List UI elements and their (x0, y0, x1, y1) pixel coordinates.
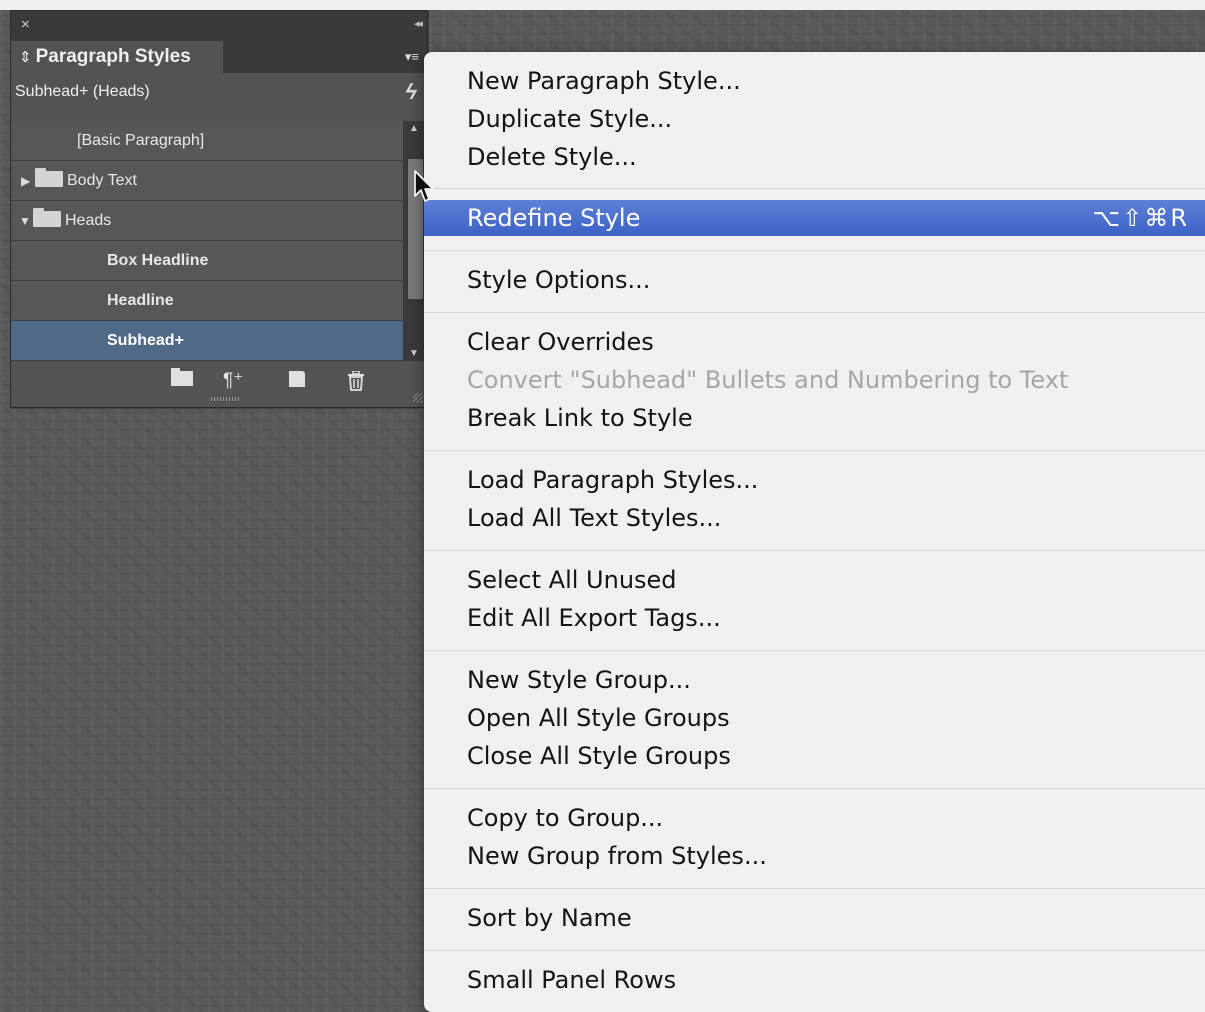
menu-item-break-link[interactable]: Break Link to Style (467, 399, 693, 437)
folder-icon (35, 168, 63, 187)
resize-handle-icon[interactable] (413, 393, 423, 403)
tab-title: Paragraph Styles (35, 46, 191, 67)
menu-separator (424, 650, 1205, 651)
menu-item-duplicate-style[interactable]: Duplicate Style... (467, 100, 672, 138)
menu-separator (424, 950, 1205, 951)
menu-separator (424, 888, 1205, 889)
list-item-group[interactable]: ▶ Body Text (11, 161, 403, 201)
panel-title-bar[interactable]: × ◂◂ (11, 11, 427, 41)
grip-icon[interactable] (211, 397, 241, 401)
menu-item-load-paragraph-styles[interactable]: Load Paragraph Styles... (467, 461, 758, 499)
delete-style-icon[interactable] (347, 370, 365, 396)
styles-list: [Basic Paragraph] ▶ Body Text ▼ Heads Box … (11, 121, 403, 361)
menu-item-label: Redefine Style (467, 204, 641, 232)
menu-separator (424, 450, 1205, 451)
folder-icon (33, 208, 61, 227)
panel-menu-icon[interactable]: ▾≡ (405, 50, 419, 63)
list-item[interactable]: Headline (11, 281, 403, 321)
close-icon[interactable]: × (21, 17, 30, 33)
group-label: Heads (65, 212, 112, 229)
group-label: Body Text (67, 172, 137, 189)
menu-item-convert-bullets: Convert "Subhead" Bullets and Numbering … (467, 366, 1069, 394)
menu-separator (424, 250, 1205, 251)
collapse-panel-icon[interactable]: ◂◂ (414, 17, 423, 30)
new-style-group-icon[interactable] (171, 368, 193, 391)
menu-item-small-panel-rows[interactable]: Small Panel Rows (467, 961, 676, 999)
menu-item-clear-overrides[interactable]: Clear Overrides (467, 323, 654, 361)
desktop-background-strip (0, 0, 1205, 10)
panel-footer: ¶⁺ (11, 361, 427, 407)
menu-item-redefine-style[interactable]: Redefine Style ⌥⇧⌘R (424, 200, 1205, 236)
menu-separator (424, 188, 1205, 189)
menu-item-load-all-text-styles[interactable]: Load All Text Styles... (467, 499, 721, 537)
list-item[interactable]: [Basic Paragraph] (11, 121, 403, 161)
menu-item-edit-export-tags[interactable]: Edit All Export Tags... (467, 599, 721, 637)
menu-item-select-all-unused[interactable]: Select All Unused (467, 561, 677, 599)
menu-separator (424, 788, 1205, 789)
menu-item-delete-style[interactable]: Delete Style... (467, 138, 637, 176)
mouse-cursor-icon (414, 170, 434, 202)
tab-strip (223, 41, 427, 73)
list-item-group[interactable]: ▼ Heads (11, 201, 403, 241)
menu-separator (424, 550, 1205, 551)
clear-overrides-icon[interactable]: ¶⁺ (223, 371, 243, 391)
menu-item-open-all-style-groups[interactable]: Open All Style Groups (467, 699, 730, 737)
style-label: Box Headline (107, 252, 209, 269)
tab-paragraph-styles[interactable]: ⇕ Paragraph Styles (11, 41, 223, 73)
trash-icon (348, 370, 364, 391)
disclosure-expanded-icon[interactable]: ▼ (19, 201, 33, 241)
menu-item-close-all-style-groups[interactable]: Close All Style Groups (467, 737, 731, 775)
scroll-down-icon[interactable]: ▼ (409, 348, 419, 359)
menu-item-sort-by-name[interactable]: Sort by Name (467, 899, 632, 937)
menu-item-new-group-from-styles[interactable]: New Group from Styles... (467, 837, 767, 875)
create-new-style-icon[interactable] (289, 371, 305, 392)
quick-apply-icon[interactable]: ϟ (405, 79, 417, 105)
current-style-label: Subhead+ (Heads) (15, 83, 150, 100)
current-style-bar: Subhead+ (Heads) ϟ (11, 73, 427, 113)
style-label: [Basic Paragraph] (77, 132, 205, 149)
paragraph-styles-panel: × ◂◂ ⇕ Paragraph Styles ▾≡ Subhead+ (Head… (10, 10, 428, 408)
keyboard-shortcut: ⌥⇧⌘R (1092, 204, 1189, 232)
menu-separator (424, 312, 1205, 313)
menu-item-new-style-group[interactable]: New Style Group... (467, 661, 691, 699)
list-item-selected[interactable]: Subhead+ (11, 321, 403, 361)
menu-item-style-options[interactable]: Style Options... (467, 261, 650, 299)
tab-arrows-icon: ⇕ (19, 49, 32, 66)
scroll-up-icon[interactable]: ▲ (409, 123, 419, 134)
style-label: Subhead+ (107, 332, 184, 349)
style-label: Headline (107, 292, 174, 309)
disclosure-collapsed-icon[interactable]: ▶ (21, 161, 35, 201)
list-item[interactable]: Box Headline (11, 241, 403, 281)
menu-item-new-paragraph-style[interactable]: New Paragraph Style... (467, 62, 741, 100)
menu-item-copy-to-group[interactable]: Copy to Group... (467, 799, 663, 837)
panel-flyout-menu: New Paragraph Style... Duplicate Style..… (424, 52, 1205, 1012)
